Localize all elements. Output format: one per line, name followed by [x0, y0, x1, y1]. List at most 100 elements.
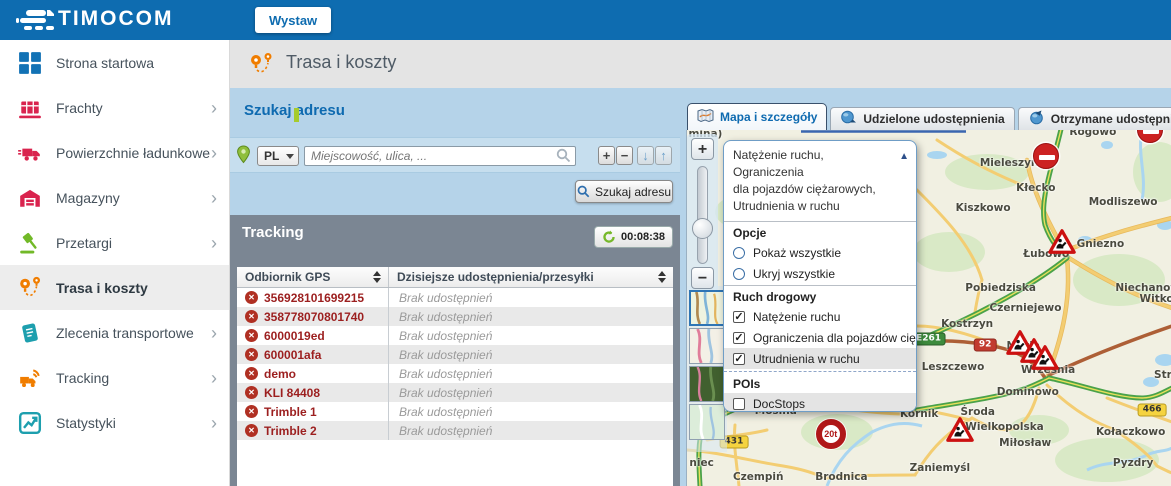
scroll-up-icon[interactable]: ▲ [899, 148, 909, 165]
brand-text: TIMOCOM [58, 7, 173, 31]
share-in-icon [1028, 110, 1045, 128]
sidebar-item-label: Trasa i koszty [56, 280, 148, 296]
table-row[interactable]: ✕ 358778070801740 Brak udostępnień [237, 307, 673, 326]
error-icon: ✕ [245, 348, 258, 361]
chevron-right-icon: › [211, 189, 217, 207]
sidebar-item-strona-startowa[interactable]: Strona startowa [0, 40, 229, 85]
tab-otrzymane-udost-pnienia[interactable]: Otrzymane udostępnienia [1018, 107, 1171, 130]
add-waypoint-button[interactable]: + [598, 146, 615, 165]
map-label-rogowo: Rogowo [1069, 130, 1116, 138]
chevron-down-icon [286, 154, 294, 159]
sidebar-item-trasa-i-koszty[interactable]: Trasa i koszty [0, 265, 229, 310]
sidebar-item-przetargi[interactable]: Przetargi› [0, 220, 229, 265]
option-poka-wszystkie[interactable]: Pokaż wszystkie [724, 242, 916, 263]
tab-mapa-i-szczeg-y[interactable]: Mapa i szczegóły [687, 103, 827, 130]
column-header-gps[interactable]: Odbiornik GPS [237, 267, 389, 287]
map-style-thumb-3[interactable] [689, 366, 725, 402]
tab-udzielone-udost-pnienia[interactable]: Udzielone udostępnienia [830, 107, 1014, 130]
left-panel: Szukaj adresu PL + − ↓ ↑ [230, 88, 680, 486]
search-address-button[interactable]: Szukaj adresu [575, 180, 673, 203]
option-label: Utrudnienia w ruchu [753, 352, 860, 366]
route-pins-icon [248, 52, 274, 78]
zoom-slider-handle[interactable] [692, 218, 713, 239]
layers-options: OpcjePokaż wszystkieUkryj wszystkieRuch … [724, 221, 916, 412]
tracking-panel: Tracking 00:08:38 Odbiornik GPS Dzisiejs… [230, 215, 680, 486]
map-canvas[interactable]: mina)RogowoMieleszynKłeckoKiszkowoModlis… [686, 130, 1171, 486]
country-select[interactable]: PL [257, 146, 299, 166]
column-header-shares[interactable]: Dzisiejsze udostępnienia/przesyłki [389, 267, 673, 287]
gps-cell: ✕Trimble 1 [237, 402, 389, 421]
page-title: Trasa i koszty [286, 52, 396, 73]
roadworks-sign[interactable] [1048, 228, 1076, 259]
refresh-button[interactable]: 00:08:38 [594, 226, 673, 248]
sidebar-item-powierzchnie-adunkowe[interactable]: Powierzchnie ładunkowe› [0, 130, 229, 175]
search-icon[interactable] [556, 148, 571, 163]
map-style-thumb-4[interactable] [689, 404, 725, 440]
map-label-zaniemy-l: Zaniemyśl [910, 462, 971, 474]
option-utrudnienia-w-ruchu[interactable]: ✓Utrudnienia w ruchu [724, 348, 916, 369]
roadworks-sign[interactable] [1031, 344, 1059, 375]
gps-id: 358778070801740 [264, 310, 364, 324]
remove-waypoint-button[interactable]: − [616, 146, 633, 165]
table-row[interactable]: ✕600001afaBrak udostępnień [237, 345, 673, 364]
summary-line: Utrudnienia w ruchu [733, 198, 896, 215]
section-header-pois: POIs [724, 374, 916, 393]
map-style-thumbnails [689, 290, 725, 440]
stats-icon [18, 411, 42, 435]
zoom-out-button[interactable]: − [691, 267, 714, 289]
search-icon [577, 185, 590, 198]
gps-id: 356928101699215 [264, 291, 364, 305]
option-ukryj-wszystkie[interactable]: Ukryj wszystkie [724, 263, 916, 284]
map-label-dominowo: Dominowo [997, 386, 1059, 398]
weight-limit-sign[interactable]: 20t [816, 419, 846, 449]
gps-cell: ✕ 358778070801740 [237, 307, 389, 326]
zoom-in-button[interactable]: + [691, 138, 714, 160]
move-up-button[interactable]: ↑ [655, 146, 672, 165]
content-area: Szukaj adresu PL + − ↓ ↑ [230, 88, 1171, 486]
shares-cell: Brak udostępnień [389, 421, 673, 440]
table-row[interactable]: ✕Trimble 1Brak udostępnień [237, 402, 673, 421]
sidebar-item-frachty[interactable]: Frachty› [0, 85, 229, 130]
tab-label: Otrzymane udostępnienia [1051, 112, 1171, 126]
roadworks-sign[interactable] [946, 416, 974, 447]
option-label: Pokaż wszystkie [753, 246, 841, 260]
error-icon: ✕ [245, 291, 258, 304]
gps-cell: ✕Trimble 2 [237, 421, 389, 440]
sidebar-item-label: Zlecenia transportowe [56, 325, 194, 341]
map-style-thumb-2[interactable] [689, 328, 725, 364]
radio-control [733, 268, 745, 280]
move-down-button[interactable]: ↓ [637, 146, 654, 165]
status-text: Brak udostępnień [399, 386, 492, 400]
zoom-slider-track[interactable] [697, 166, 708, 264]
option-ograniczenia-dla-pojazd-w-ci-aro[interactable]: ✓Ograniczenia dla pojazdów ciężaro [724, 327, 916, 348]
text-cursor [294, 108, 299, 122]
layers-summary[interactable]: Natężenie ruchu, Ograniczeniadla pojazdó… [724, 141, 916, 220]
option-nat-enie-ruchu[interactable]: ✓Natężenie ruchu [724, 306, 916, 327]
table-row[interactable]: ✕6000019edBrak udostępnień [237, 326, 673, 345]
sidebar-item-label: Przetargi [56, 235, 112, 251]
sidebar-item-tracking[interactable]: Tracking› [0, 355, 229, 400]
table-row[interactable]: ✕KLI 84408Brak udostępnień [237, 383, 673, 402]
map-label-brodnica: Brodnica [815, 471, 867, 483]
chevron-right-icon: › [211, 414, 217, 432]
table-row[interactable]: ✕demoBrak udostępnień [237, 364, 673, 383]
sidebar-item-magazyny[interactable]: Magazyny › [0, 175, 229, 220]
error-icon: ✕ [245, 310, 258, 323]
option-label: DocStops [753, 397, 805, 411]
map-tab-icon [697, 108, 714, 126]
truck-icon [18, 141, 42, 165]
publish-button[interactable]: Wystaw [255, 7, 331, 33]
table-row[interactable]: ✕ 356928101699215 Brak udostępnień [237, 288, 673, 307]
no-entry-sign[interactable] [1033, 143, 1059, 169]
sidebar-item-label: Magazyny [56, 190, 120, 206]
option-docstops[interactable]: DocStops [724, 393, 916, 412]
sidebar-item-statystyki[interactable]: Statystyki› [0, 400, 229, 445]
map-style-thumb-1[interactable] [689, 290, 725, 326]
address-input[interactable] [304, 146, 576, 166]
map-label-strza: Strzał [1154, 369, 1171, 381]
shares-cell: Brak udostępnień [389, 288, 673, 307]
table-row[interactable]: ✕Trimble 2Brak udostępnień [237, 421, 673, 440]
shares-cell: Brak udostępnień [389, 307, 673, 326]
warehouse-icon [18, 186, 42, 210]
sidebar-item-zlecenia-transportowe[interactable]: Zlecenia transportowe› [0, 310, 229, 355]
